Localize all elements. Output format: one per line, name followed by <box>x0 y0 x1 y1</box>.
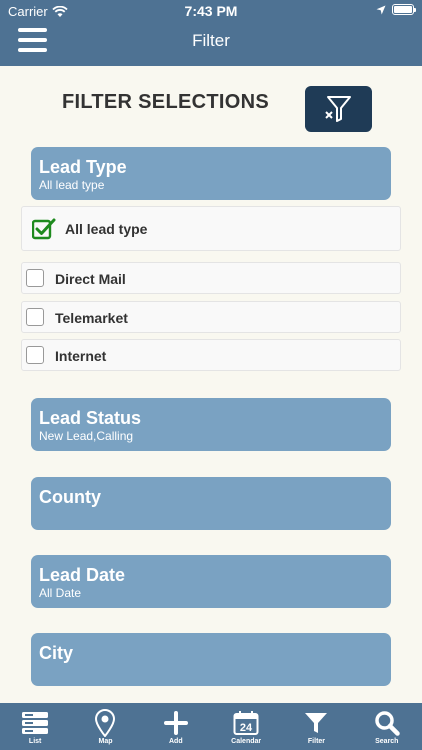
checkbox[interactable] <box>26 308 44 326</box>
list-icon <box>22 711 49 734</box>
lead-date-section[interactable]: Lead Date All Date <box>31 555 391 608</box>
lead-status-title: Lead Status <box>39 408 142 428</box>
calendar-icon: 24 <box>233 710 259 735</box>
lead-type-subtitle: All lead type <box>39 178 105 192</box>
lead-date-title: Lead Date <box>39 565 126 585</box>
clear-filter-icon <box>324 96 351 122</box>
checkbox[interactable] <box>26 346 44 364</box>
map-pin-icon <box>95 708 116 737</box>
tab-map[interactable]: Map <box>75 703 135 745</box>
tab-calendar[interactable]: 24 Calendar <box>216 703 276 745</box>
lead-type-section[interactable]: Lead Type All lead type <box>31 147 391 200</box>
bottom-tab-bar: List Map Add 24 Calendar Filter Search <box>0 703 422 750</box>
option-direct-mail[interactable]: Direct Mail <box>21 262 401 294</box>
battery-level <box>394 6 412 13</box>
status-right <box>376 4 416 15</box>
nav-header: Carrier 7:43 PM Filter <box>0 0 422 66</box>
county-title: County <box>39 487 101 507</box>
lead-status-section[interactable]: Lead Status New Lead,Calling <box>31 398 391 451</box>
status-bar: Carrier 7:43 PM <box>0 0 422 22</box>
tab-filter-label: Filter <box>307 738 326 745</box>
option-telemarket[interactable]: Telemarket <box>21 301 401 333</box>
tab-add-label: Add <box>169 738 183 745</box>
lead-status-subtitle: New Lead,Calling <box>39 429 134 443</box>
option-internet[interactable]: Internet <box>21 339 401 371</box>
filter-selections-heading: FILTER SELECTIONS <box>62 91 269 113</box>
tab-list[interactable]: List <box>5 703 65 745</box>
option-label: Internet <box>55 348 107 364</box>
status-time: 7:43 PM <box>184 3 238 19</box>
tab-filter[interactable]: Filter <box>286 703 346 745</box>
tab-list-label: List <box>28 738 42 745</box>
calendar-day: 24 <box>240 722 253 734</box>
page-title: Filter <box>192 31 230 50</box>
filter-icon <box>305 712 328 733</box>
option-label: Telemarket <box>55 310 128 326</box>
option-label: All lead type <box>65 221 148 237</box>
lead-type-title: Lead Type <box>39 157 127 177</box>
city-title: City <box>39 643 74 663</box>
plus-icon <box>163 710 188 735</box>
tab-search-label: Search <box>375 738 399 745</box>
option-all-lead-type[interactable]: All lead type <box>21 206 401 251</box>
checkbox-checked-icon[interactable] <box>32 218 56 240</box>
tab-calendar-label: Calendar <box>231 738 262 745</box>
battery-icon <box>392 4 416 15</box>
lead-date-subtitle: All Date <box>39 586 82 600</box>
tab-map-label: Map <box>98 738 113 745</box>
option-label: Direct Mail <box>55 271 126 287</box>
clear-filter-button[interactable] <box>305 86 372 132</box>
tab-search[interactable]: Search <box>357 703 417 745</box>
location-arrow-icon <box>376 5 386 14</box>
tab-add[interactable]: Add <box>146 703 206 745</box>
city-section[interactable]: City <box>31 633 391 686</box>
search-icon <box>375 710 400 736</box>
checkbox[interactable] <box>26 269 44 287</box>
county-section[interactable]: County <box>31 477 391 530</box>
